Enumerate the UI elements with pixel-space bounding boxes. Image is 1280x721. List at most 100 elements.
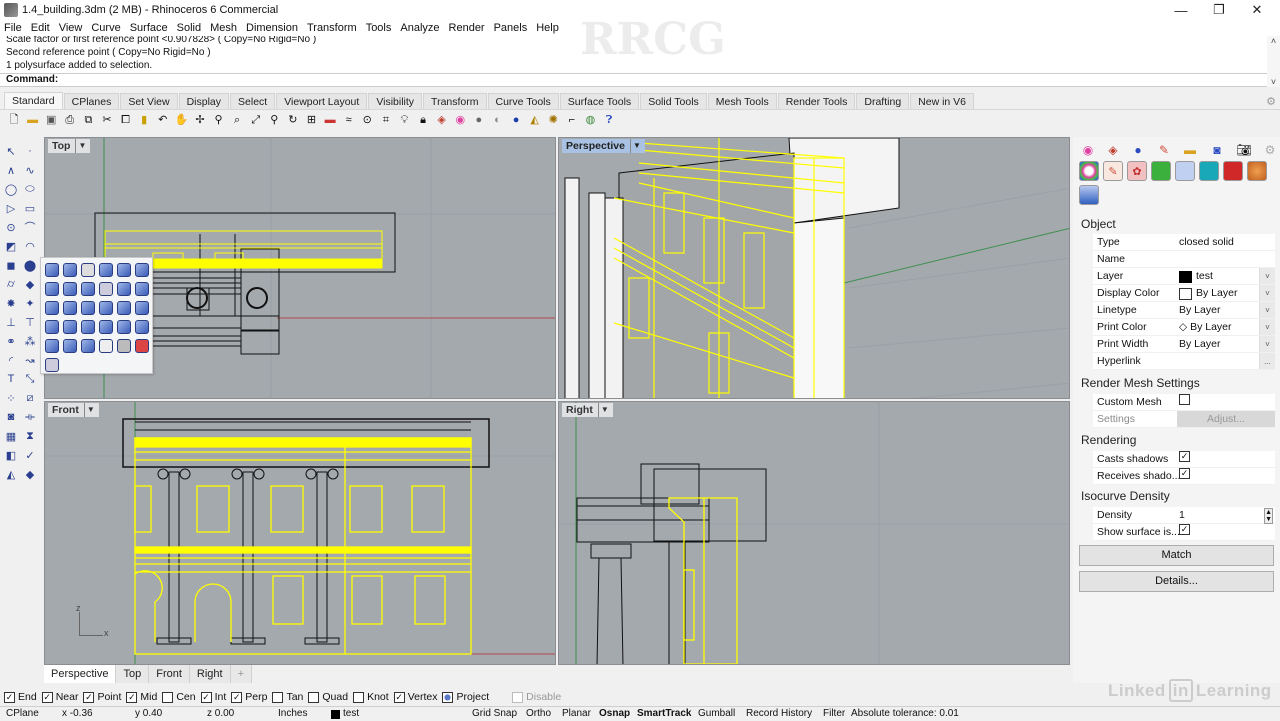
command-history-scrollbar[interactable]: ˄ ˅ [1267, 36, 1280, 87]
camera-tab-icon[interactable]: 📷︎ [1235, 142, 1253, 157]
lock-icon[interactable]: 🔒︎ [415, 112, 431, 128]
osnap-toggle[interactable]: Osnap [599, 707, 630, 721]
tab-drafting[interactable]: Drafting [856, 93, 910, 109]
property-row-display-color[interactable]: Display Color By Layer ˅ [1093, 285, 1275, 302]
solid-extra-icon[interactable] [45, 358, 59, 372]
rotate-face-icon[interactable] [63, 301, 77, 315]
set-view-icon[interactable]: ⌗ [378, 112, 394, 128]
ortho-toggle[interactable]: Ortho [526, 707, 551, 721]
print-width-dropdown-icon[interactable]: ˅ [1259, 336, 1275, 352]
light-icon[interactable]: 💡︎ [396, 112, 412, 128]
loft-icon[interactable]: ◠ [22, 238, 38, 254]
dimension-icon[interactable]: ⟛ [22, 409, 38, 425]
move-face-icon[interactable] [81, 301, 95, 315]
move-hole-icon[interactable] [45, 339, 59, 353]
explode-icon[interactable]: ✸ [3, 295, 19, 311]
viewport-perspective[interactable]: Perspective ▼ [558, 137, 1070, 399]
pan-icon[interactable]: ✋ [173, 112, 189, 128]
minimize-button[interactable]: — [1163, 0, 1199, 20]
close-button[interactable]: ✕ [1239, 0, 1275, 20]
folder-tab-icon[interactable]: ▬ [1181, 142, 1199, 157]
circle-center-icon[interactable]: ⊙ [3, 219, 19, 235]
tab-new-in-v6[interactable]: New in V6 [910, 93, 975, 109]
join-icon[interactable]: ✦ [22, 295, 38, 311]
osnap-cen[interactable]: Cen [162, 691, 196, 703]
paint-brush-icon[interactable]: ✎ [1103, 161, 1123, 181]
four-viewports-icon[interactable]: ⊞ [304, 112, 320, 128]
options-gear-icon[interactable]: ✺ [545, 112, 561, 128]
shaded-sphere-icon[interactable]: ● [471, 112, 487, 128]
density-input[interactable]: 1 [1179, 507, 1185, 524]
details-button[interactable]: Details... [1079, 571, 1274, 592]
tab-set-view[interactable]: Set View [120, 93, 178, 109]
fillet-edge-icon[interactable] [45, 282, 59, 296]
move-icon[interactable]: ⤡ [22, 371, 38, 387]
copy-hole-icon[interactable] [63, 339, 77, 353]
delete-face-icon[interactable] [135, 339, 149, 353]
grid-snap-toggle[interactable]: Grid Snap [472, 707, 517, 721]
tab-visibility[interactable]: Visibility [368, 93, 423, 109]
boolean-split-icon[interactable] [99, 263, 113, 277]
show-surface-isocurves-checkbox[interactable]: ✓ [1179, 524, 1190, 535]
gumball-toggle[interactable]: Gumball [698, 707, 735, 721]
text-icon[interactable]: T [3, 371, 19, 387]
viewport-right[interactable]: Right ▼ [558, 401, 1070, 665]
delete-hole-icon[interactable] [81, 339, 95, 353]
tab-render-tools[interactable]: Render Tools [777, 93, 856, 109]
tab-display[interactable]: Display [178, 93, 230, 109]
arc-icon[interactable]: ◜ [3, 352, 19, 368]
menu-view[interactable]: View [59, 22, 83, 34]
grid-array-icon[interactable]: ▦ [3, 428, 19, 444]
property-row-linetype[interactable]: Linetype By Layer ˅ [1093, 302, 1275, 319]
ellipse-icon[interactable]: ⬭ [22, 181, 38, 197]
polygon-icon[interactable]: ▷ [3, 200, 19, 216]
casts-shadows-checkbox[interactable]: ✓ [1179, 451, 1190, 462]
property-row-layer[interactable]: Layer test ˅ [1093, 268, 1275, 285]
help-icon[interactable]: ❓︎ [601, 112, 617, 128]
linetype-dropdown-icon[interactable]: ˅ [1259, 302, 1275, 318]
toggle-icon[interactable]: ◭ [527, 112, 543, 128]
osnap-vertex[interactable]: ✓ Vertex [393, 691, 437, 703]
units-status[interactable]: Inches [278, 707, 307, 721]
hyperlink-ellipsis-button[interactable]: ... [1259, 353, 1275, 369]
menu-surface[interactable]: Surface [130, 22, 168, 34]
split-face-icon[interactable] [45, 320, 59, 334]
boolean-icon[interactable]: ⚭ [3, 333, 19, 349]
zoom-icon[interactable]: ⚲ [211, 112, 227, 128]
offset-curve-icon[interactable]: ↝ [22, 352, 38, 368]
merge-faces-icon[interactable] [45, 301, 59, 315]
current-layer-status[interactable]: test [331, 707, 359, 721]
cap-planar-holes-icon[interactable] [117, 263, 131, 277]
osnap-quad[interactable]: Quad [308, 691, 348, 703]
move-face-to-boundary-icon[interactable] [99, 301, 113, 315]
planar-toggle[interactable]: Planar [562, 707, 591, 721]
osnap-mid[interactable]: ✓ Mid [126, 691, 157, 703]
new-icon[interactable]: 🗋 [6, 112, 22, 128]
viewport-tab-right[interactable]: Right [189, 665, 231, 683]
car-icon[interactable]: ▬ [322, 112, 338, 128]
display-color-dropdown-icon[interactable]: ˅ [1259, 285, 1275, 301]
menu-dimension[interactable]: Dimension [246, 22, 298, 34]
rotate-hole-icon[interactable] [117, 320, 131, 334]
viewport-label-front[interactable]: Front ▼ [48, 403, 99, 417]
filter-toggle[interactable]: Filter [823, 707, 845, 721]
open-icon[interactable]: ▬ [25, 112, 41, 128]
tab-surface-tools[interactable]: Surface Tools [559, 93, 640, 109]
scroll-up-icon[interactable]: ˄ [1271, 36, 1276, 46]
density-spinner[interactable]: ▲ ▼ [1264, 508, 1273, 524]
menu-solid[interactable]: Solid [177, 22, 201, 34]
record-history-toggle[interactable]: Record History [746, 707, 812, 721]
boolean-difference-icon[interactable] [63, 263, 77, 277]
property-row-print-width[interactable]: Print Width By Layer ˅ [1093, 336, 1275, 353]
menu-mesh[interactable]: Mesh [210, 22, 237, 34]
rectangle-icon[interactable]: ▭ [22, 200, 38, 216]
pattern-hole-icon[interactable] [99, 339, 113, 353]
gear-tab-icon[interactable]: ⚙ [1261, 142, 1279, 157]
save-icon[interactable]: ▣ [43, 112, 59, 128]
extrude-face-icon[interactable] [117, 301, 131, 315]
layer-dropdown-icon[interactable]: ˅ [1259, 268, 1275, 284]
paint-tab-icon[interactable]: ✎ [1155, 142, 1173, 157]
tab-select[interactable]: Select [230, 93, 276, 109]
extract-surface-icon[interactable] [135, 263, 149, 277]
zoom-window-icon[interactable]: ⌕ [229, 112, 245, 128]
